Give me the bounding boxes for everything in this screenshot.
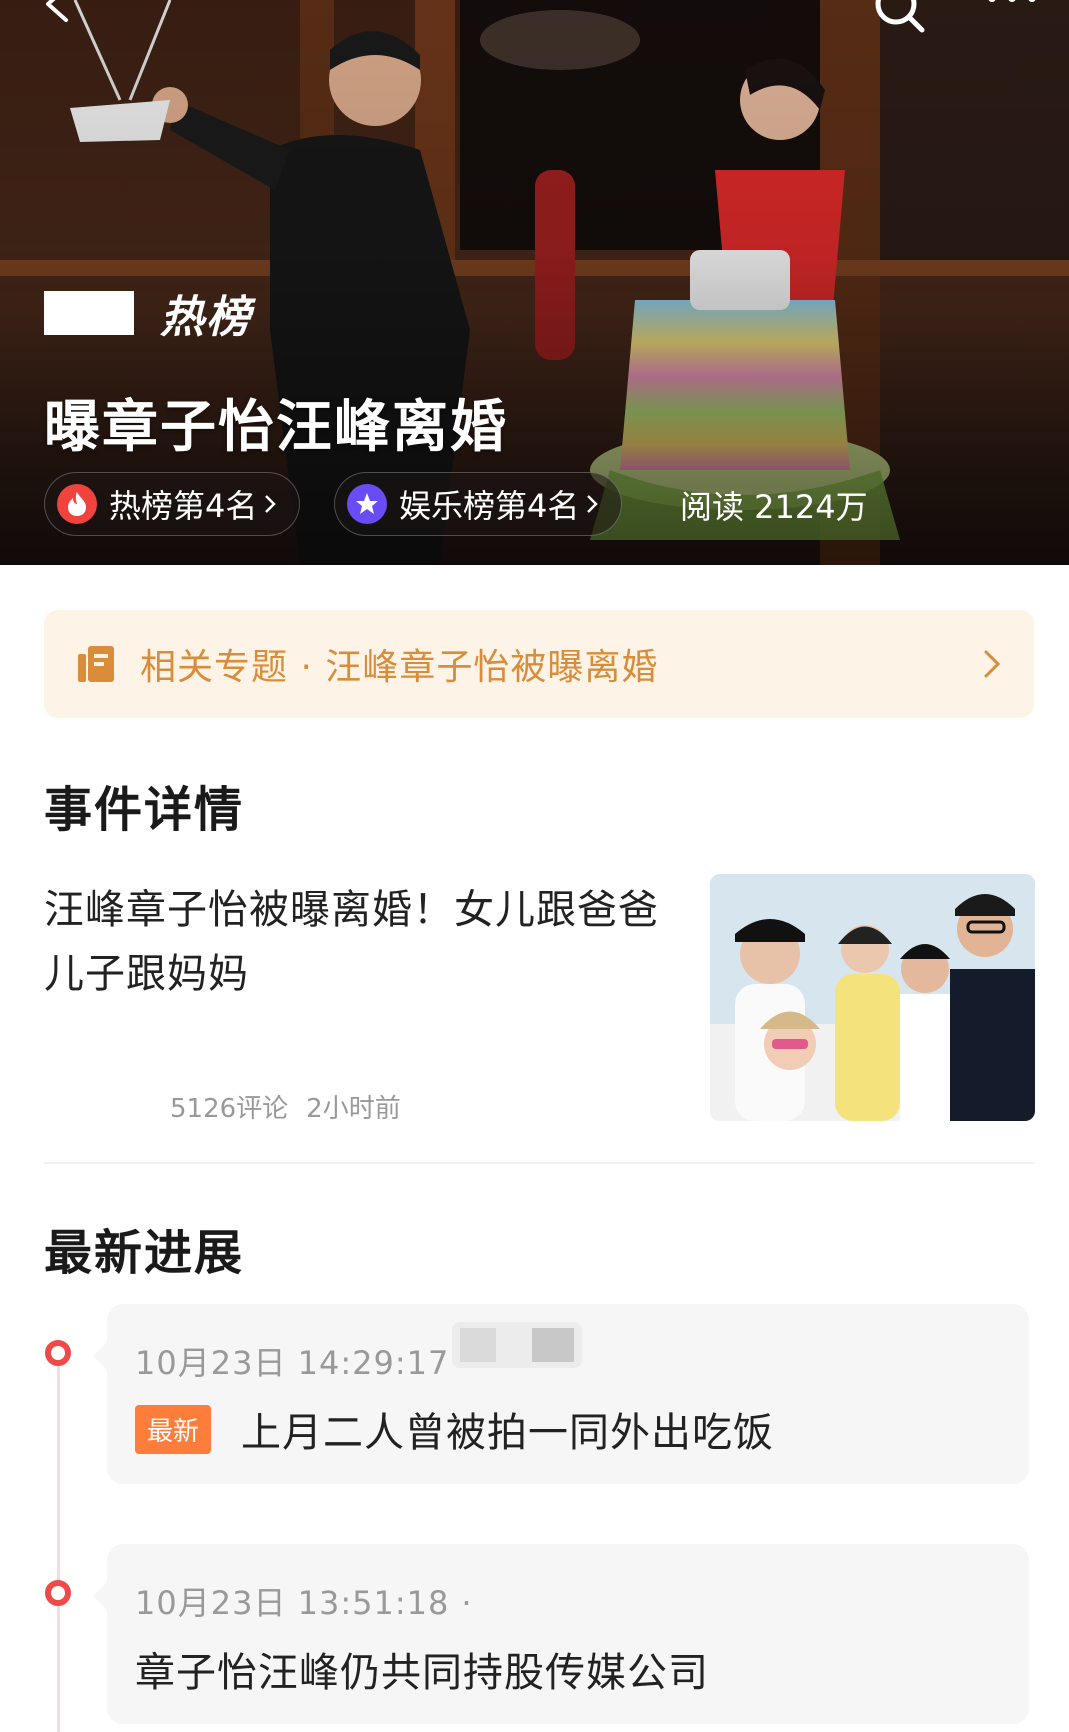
hot-rank-label: 热榜第4名 xyxy=(109,487,258,525)
topic-label: 相关专题 · 汪峰章子怡被曝离婚 xyxy=(140,647,659,688)
timeline-dot xyxy=(45,1580,71,1606)
news-meta: 5126评论 2小时前 xyxy=(170,1088,401,1125)
redacted-source xyxy=(452,1322,582,1368)
latest-badge: 最新 xyxy=(135,1404,212,1454)
timeline-content: 章子怡汪峰仍共同持股传媒公司 xyxy=(135,1640,709,1698)
section-title-details: 事件详情 xyxy=(44,782,245,838)
ent-rank-pill[interactable]: 娱乐榜第4名 xyxy=(334,472,622,536)
search-icon[interactable] xyxy=(872,0,928,36)
section-title-progress: 最新进展 xyxy=(44,1225,245,1281)
timeline-timestamp: 10月23日 14:29:17 xyxy=(135,1344,450,1382)
divider xyxy=(44,1162,1034,1164)
read-count: 阅读 2124万 xyxy=(680,488,868,526)
hero-banner: 热榜 曝章子怡汪峰离婚 热榜第4名 娱乐榜第4名 阅读 2124万 xyxy=(0,0,1069,565)
related-topic-banner[interactable]: 相关专题 · 汪峰章子怡被曝离婚 xyxy=(44,610,1034,718)
hot-list-logo: 热榜 xyxy=(44,290,252,343)
hot-rank-pill[interactable]: 热榜第4名 xyxy=(44,472,300,536)
timeline-time: 10月23日 14:29:17· xyxy=(135,1338,485,1384)
chevron-right-icon xyxy=(265,495,277,513)
timeline-time: 10月23日 13:51:18 · xyxy=(135,1578,485,1624)
fire-icon xyxy=(57,484,97,524)
chevron-right-icon xyxy=(984,650,1001,678)
ent-rank-label: 娱乐榜第4名 xyxy=(399,487,580,525)
star-icon xyxy=(347,484,387,524)
timeline-separator: · xyxy=(461,1584,473,1622)
timeline-item[interactable]: 10月23日 14:29:17· 最新 上月二人曾被拍一同外出吃饭 xyxy=(93,1304,1029,1484)
news-thumbnail[interactable] xyxy=(710,874,1035,1121)
timeline-timestamp: 10月23日 13:51:18 xyxy=(135,1584,450,1622)
topic-book-icon xyxy=(78,646,114,682)
timeline-item[interactable]: 10月23日 13:51:18 · 章子怡汪峰仍共同持股传媒公司 xyxy=(93,1544,1029,1724)
family-photo xyxy=(710,874,1035,1121)
timeline-dot xyxy=(45,1340,71,1366)
timeline-text: 上月二人曾被拍一同外出吃饭 xyxy=(241,1410,775,1456)
timeline-content: 最新 上月二人曾被拍一同外出吃饭 xyxy=(135,1400,774,1458)
back-icon[interactable] xyxy=(36,0,80,26)
time-ago: 2小时前 xyxy=(306,1094,401,1124)
timeline-line xyxy=(57,1354,60,1732)
logo-redacted-block xyxy=(44,291,134,335)
more-icon[interactable] xyxy=(984,0,1040,12)
news-headline[interactable]: 汪峰章子怡被曝离婚！女儿跟爸爸儿子跟妈妈 xyxy=(44,878,664,1006)
timeline-text: 章子怡汪峰仍共同持股传媒公司 xyxy=(135,1650,709,1696)
comment-count: 5126评论 xyxy=(170,1094,289,1124)
page-title: 曝章子怡汪峰离婚 xyxy=(44,395,508,460)
logo-text: 热榜 xyxy=(160,292,252,343)
chevron-right-icon xyxy=(587,495,599,513)
